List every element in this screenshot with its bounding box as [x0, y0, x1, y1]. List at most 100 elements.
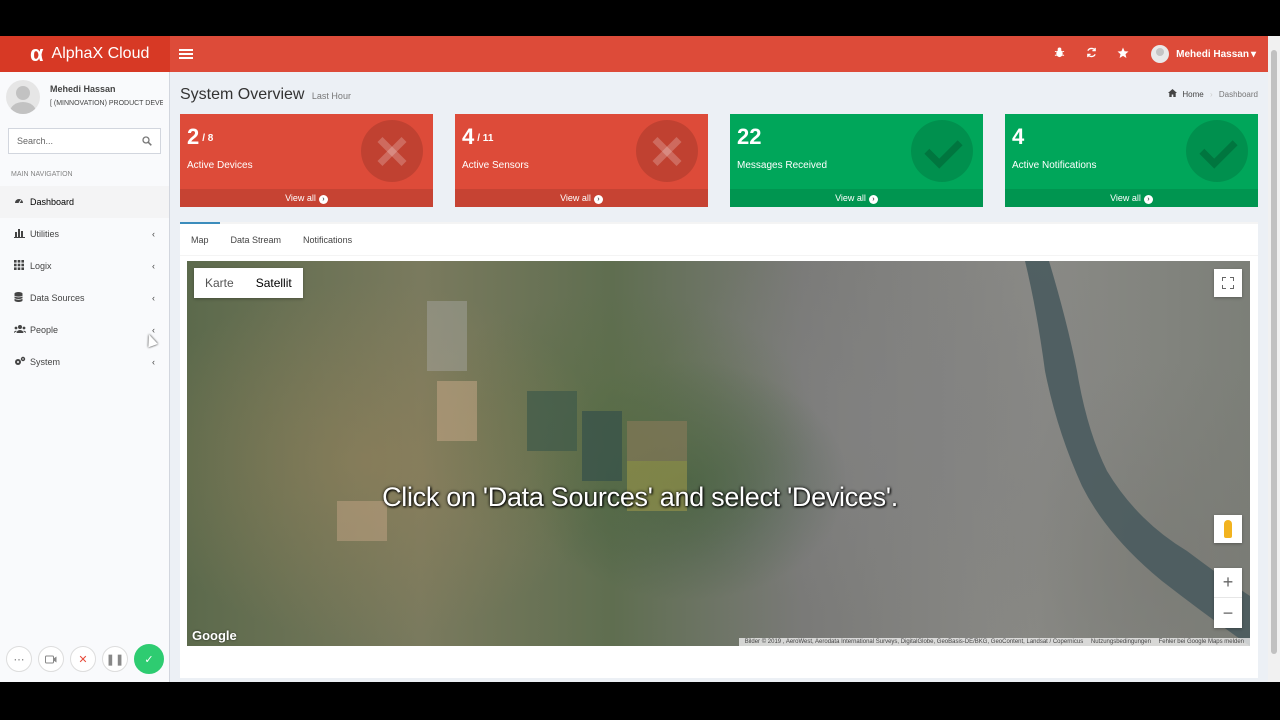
- arrow-circle-right-icon: ›: [868, 195, 878, 204]
- page-title: System Overview Last Hour: [180, 86, 351, 104]
- arrow-circle-right-icon: ›: [1143, 195, 1153, 204]
- arrow-circle-right-icon: ›: [318, 195, 328, 204]
- pegman-icon[interactable]: [1214, 515, 1242, 543]
- sidebar-item-system[interactable]: System ‹: [0, 346, 169, 378]
- tutorial-caption: Click on 'Data Sources' and select 'Devi…: [382, 482, 898, 512]
- satellite-map[interactable]: Karte Satellit + − Google Bilder © 2019 …: [187, 261, 1250, 646]
- camera-icon[interactable]: [38, 646, 64, 672]
- view-all-link[interactable]: View all ›: [455, 189, 708, 207]
- stat-box-active-notifications: 4 Active Notifications View all ›: [1005, 114, 1258, 207]
- user-menu[interactable]: Mehedi Hassan ▾: [1151, 45, 1256, 63]
- top-navbar: α AlphaX Cloud Mehedi Hassan ▾: [0, 36, 1268, 72]
- recorder-toolbar: ⋯ ✕ ❚❚ ✓: [6, 644, 164, 674]
- map-attribution: Bilder © 2019 , AeroWest, Aerodata Inter…: [738, 638, 1250, 646]
- stat-boxes: 2/ 8 Active Devices View all › 4/ 11 Acti…: [180, 114, 1258, 207]
- alpha-logo-icon: α: [30, 41, 44, 66]
- map-type-satellit[interactable]: Satellit: [245, 268, 303, 298]
- page-scrollbar[interactable]: [1268, 36, 1280, 682]
- stat-value: 4/ 11: [462, 124, 494, 149]
- star-icon[interactable]: [1107, 47, 1139, 62]
- grid-icon: [14, 260, 30, 272]
- attribution-text: Bilder © 2019 , AeroWest, Aerodata Inter…: [744, 639, 1084, 645]
- map-type-control: Karte Satellit: [194, 268, 303, 298]
- fullscreen-icon[interactable]: [1214, 269, 1242, 297]
- avatar: [6, 80, 40, 114]
- breadcrumb-current: Dashboard: [1218, 90, 1258, 99]
- sidebar-item-people[interactable]: People ‹: [0, 314, 169, 346]
- close-icon[interactable]: ✕: [70, 646, 96, 672]
- app-window: α AlphaX Cloud Mehedi Hassan ▾ Mehedi Ha…: [0, 36, 1280, 682]
- page-subtitle: Last Hour: [311, 91, 351, 101]
- stat-label: Active Notifications: [1012, 160, 1097, 171]
- stat-label: Active Devices: [187, 160, 253, 171]
- tab-notifications[interactable]: Notifications: [292, 224, 363, 255]
- cogs-icon: [14, 356, 30, 368]
- times-circle-icon: [361, 120, 423, 182]
- sidebar: Mehedi Hassan [ (MINNOVATION) PRODUCT DE…: [0, 72, 170, 682]
- sidebar-item-dashboard[interactable]: Dashboard: [0, 186, 169, 218]
- stat-box-messages-received: 22 Messages Received View all ›: [730, 114, 983, 207]
- sidebar-user-name: Mehedi Hassan: [50, 84, 116, 94]
- arrow-circle-right-icon: ›: [593, 195, 603, 204]
- tab-data-stream[interactable]: Data Stream: [220, 224, 293, 255]
- breadcrumb-separator: ›: [1209, 90, 1213, 99]
- map-type-karte[interactable]: Karte: [194, 268, 245, 298]
- users-icon: [13, 324, 30, 336]
- sidebar-item-label: Dashboard: [30, 197, 75, 207]
- user-avatar: [1151, 45, 1170, 63]
- brand-name: AlphaX Cloud: [51, 45, 150, 62]
- sidebar-item-label: People: [30, 325, 59, 335]
- chevron-left-icon: ‹: [152, 293, 155, 303]
- chevron-left-icon: ‹: [152, 261, 155, 271]
- zoom-in-button[interactable]: +: [1214, 568, 1242, 598]
- refresh-icon[interactable]: [1075, 47, 1107, 61]
- tab-bar: Map Data Stream Notifications: [180, 222, 1258, 256]
- check-circle-icon: [1186, 120, 1248, 182]
- report-error-link[interactable]: Fehler bei Google Maps melden: [1159, 639, 1244, 645]
- database-icon: [14, 292, 30, 304]
- check-circle-icon: [911, 120, 973, 182]
- tab-map[interactable]: Map: [180, 222, 220, 255]
- chart-icon: [14, 228, 30, 240]
- breadcrumb: Home › Dashboard: [1168, 89, 1258, 99]
- tabs-panel: Map Data Stream Notifications Karte Sate…: [180, 222, 1258, 678]
- terms-link[interactable]: Nutzungsbedingungen: [1091, 639, 1151, 645]
- more-icon[interactable]: ⋯: [6, 646, 32, 672]
- google-logo: Google: [192, 628, 237, 643]
- sidebar-search: [8, 128, 161, 154]
- sidebar-item-data-sources[interactable]: Data Sources ‹: [0, 282, 169, 314]
- stat-value: 22: [737, 124, 762, 149]
- check-icon[interactable]: ✓: [134, 644, 164, 674]
- zoom-control: + −: [1214, 568, 1242, 628]
- stat-value: 4: [1012, 124, 1025, 149]
- sidebar-item-label: Utilities: [30, 229, 60, 239]
- sidebar-item-label: Logix: [30, 261, 52, 271]
- sidebar-toggle-icon[interactable]: [179, 47, 193, 61]
- stat-box-active-devices: 2/ 8 Active Devices View all ›: [180, 114, 433, 207]
- user-menu-name: Mehedi Hassan: [1176, 48, 1249, 60]
- view-all-link[interactable]: View all ›: [180, 189, 433, 207]
- search-input[interactable]: [17, 136, 142, 146]
- caret-down-icon: ▾: [1250, 48, 1256, 60]
- zoom-out-button[interactable]: −: [1214, 598, 1242, 628]
- stat-label: Active Sensors: [462, 160, 529, 171]
- user-panel: Mehedi Hassan [ (MINNOVATION) PRODUCT DE…: [0, 72, 169, 116]
- sidebar-item-label: System: [30, 357, 61, 367]
- dashboard-icon: [14, 196, 30, 208]
- stat-label: Messages Received: [737, 160, 828, 171]
- search-icon[interactable]: [142, 136, 152, 146]
- map-imagery: [337, 261, 1250, 646]
- main-content: System Overview Last Hour Home › Dashboa…: [170, 72, 1268, 682]
- stat-box-active-sensors: 4/ 11 Active Sensors View all ›: [455, 114, 708, 207]
- sidebar-item-utilities[interactable]: Utilities ‹: [0, 218, 169, 250]
- sidebar-user-org: [ (MINNOVATION) PRODUCT DEVELOPMENT ]: [50, 100, 163, 107]
- breadcrumb-home[interactable]: Home: [1182, 90, 1203, 99]
- view-all-link[interactable]: View all ›: [1005, 189, 1258, 207]
- chevron-left-icon: ‹: [152, 357, 155, 367]
- sidebar-item-logix[interactable]: Logix ‹: [0, 250, 169, 282]
- bug-icon[interactable]: [1043, 47, 1075, 61]
- pause-icon[interactable]: ❚❚: [102, 646, 128, 672]
- stat-value: 2/ 8: [187, 124, 214, 149]
- view-all-link[interactable]: View all ›: [730, 189, 983, 207]
- brand-logo[interactable]: α AlphaX Cloud: [0, 36, 170, 72]
